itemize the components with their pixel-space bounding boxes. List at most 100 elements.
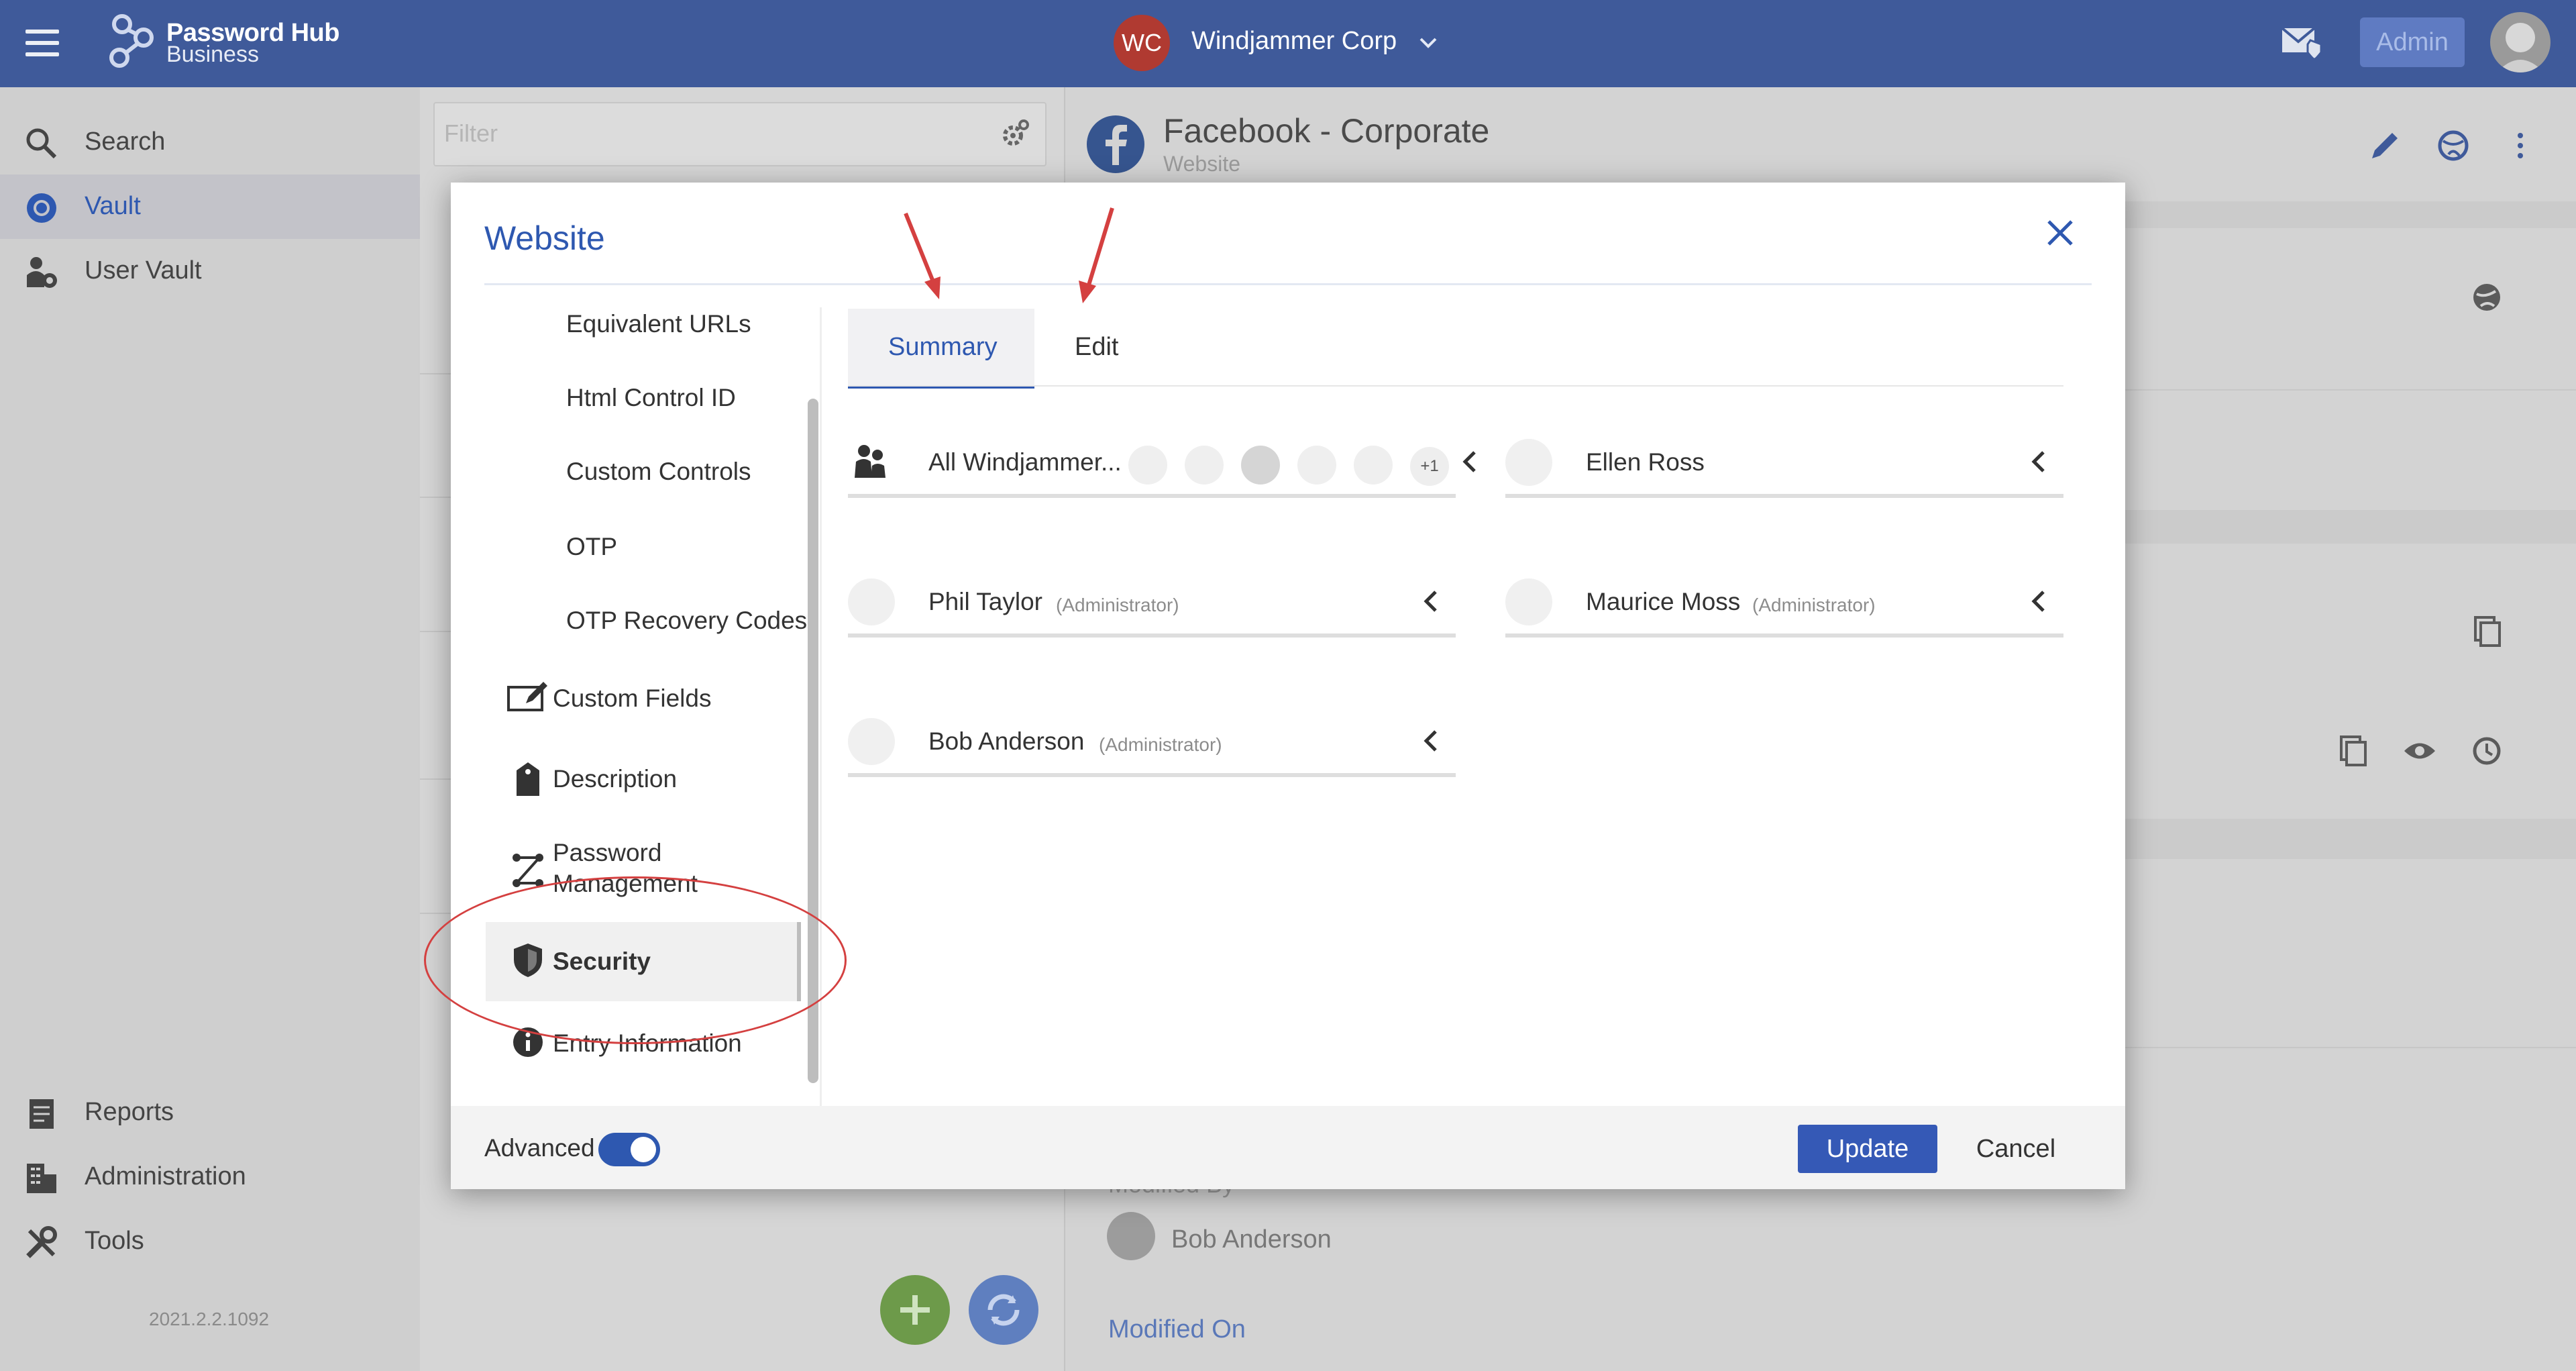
add-entry-button[interactable] [880, 1275, 950, 1345]
nav-item-label: OTP [566, 533, 618, 560]
permission-name: All Windjammer... [928, 448, 1122, 476]
avatar [848, 578, 895, 625]
permission-name: Bob Anderson [928, 727, 1085, 755]
admin-button[interactable]: Admin [2360, 17, 2465, 67]
reports-icon [30, 1099, 54, 1129]
chevron-left-icon[interactable] [1417, 587, 1446, 616]
permission-row-ellen-ross[interactable]: Ellen Ross [1505, 434, 2063, 498]
tab-summary[interactable]: Summary [848, 309, 1034, 389]
entry-type: Website [1163, 152, 1241, 176]
org-name[interactable]: Windjammer Corp [1191, 27, 1397, 56]
divider [848, 385, 2063, 387]
globe-icon[interactable] [2469, 279, 2505, 315]
sidebar-item-label: Vault [85, 192, 141, 220]
avatar [1297, 446, 1336, 485]
nav-item-otp-recovery-codes[interactable]: OTP Recovery Codes [486, 607, 807, 643]
sidebar-item-vault[interactable]: Vault [0, 174, 420, 239]
sidebar-item-label: Search [85, 128, 166, 156]
logo-icon [109, 14, 154, 68]
globe-icon[interactable] [2435, 128, 2471, 164]
eye-icon[interactable] [2402, 733, 2438, 769]
password-history-icon[interactable] [2469, 733, 2505, 769]
refresh-button[interactable] [969, 1275, 1038, 1345]
row-underline [848, 773, 1456, 777]
sidebar-item-user-vault[interactable]: User Vault [0, 239, 420, 303]
close-icon[interactable] [2043, 216, 2077, 250]
sidebar-item-tools[interactable]: Tools [0, 1209, 420, 1274]
filter-placeholder: Filter [444, 119, 498, 147]
copy-icon[interactable] [2469, 613, 2505, 650]
nav-item-custom-controls[interactable]: Custom Controls [486, 458, 801, 494]
sidebar-item-label: User Vault [85, 256, 202, 285]
row-underline [1505, 494, 2063, 498]
nav-item-label: Description [553, 765, 678, 793]
pencil-icon[interactable] [2367, 128, 2403, 164]
password-management-icon [513, 854, 543, 887]
tab-label: Edit [1075, 333, 1119, 361]
facebook-icon [1087, 115, 1144, 173]
permission-name: Ellen Ross [1586, 448, 1705, 476]
nav-item-equivalent-urls[interactable]: Equivalent URLs [486, 310, 801, 346]
tab-edit[interactable]: Edit [1034, 309, 1155, 385]
nav-item-label: Custom Controls [566, 458, 751, 485]
avatar [1241, 446, 1280, 485]
advanced-toggle[interactable] [598, 1133, 660, 1166]
chevron-left-icon[interactable] [1417, 726, 1446, 756]
permission-name: Maurice Moss [1586, 588, 1741, 615]
modified-by-name: Bob Anderson [1171, 1225, 1332, 1254]
update-button[interactable]: Update [1798, 1125, 1937, 1173]
avatar [1107, 1212, 1155, 1260]
row-underline [1505, 633, 2063, 638]
nav-item-label: Html Control ID [566, 384, 736, 411]
nav-item-html-control-id[interactable]: Html Control ID [486, 384, 801, 420]
custom-fields-icon [507, 682, 547, 711]
permission-row-bob-anderson[interactable]: Bob Anderson (Administrator) [848, 713, 1456, 777]
version-label: 2021.2.2.1092 [149, 1309, 270, 1329]
more-vert-icon[interactable] [2502, 128, 2538, 164]
administration-icon [27, 1164, 56, 1193]
more-members-badge[interactable]: +1 [1410, 447, 1449, 486]
hamburger-menu-icon[interactable] [25, 30, 59, 56]
chevron-down-icon[interactable] [1417, 31, 1440, 54]
nav-item-otp[interactable]: OTP [486, 533, 801, 569]
toggle-knob [631, 1137, 656, 1162]
gear-icon[interactable] [998, 117, 1032, 150]
avatar [1505, 439, 1552, 486]
nav-item-description[interactable]: Description [486, 760, 801, 800]
cancel-button[interactable]: Cancel [1959, 1125, 2073, 1173]
sidebar-item-search[interactable]: Search [0, 110, 420, 174]
avatar [1128, 446, 1167, 485]
permission-row-maurice-moss[interactable]: Maurice Moss (Administrator) [1505, 573, 2063, 638]
sidebar-item-reports[interactable]: Reports [0, 1080, 420, 1145]
sidebar-item-label: Reports [85, 1098, 174, 1126]
org-avatar[interactable]: WC [1114, 15, 1170, 71]
row-underline [848, 494, 1456, 498]
advanced-label: Advanced [484, 1134, 595, 1162]
sidebar-item-administration[interactable]: Administration [0, 1145, 420, 1209]
nav-item-custom-fields[interactable]: Custom Fields [486, 679, 801, 719]
refresh-icon [987, 1294, 1020, 1326]
search-icon [26, 128, 57, 159]
modified-on-label: Modified On [1108, 1315, 1246, 1343]
modal-title: Website [484, 219, 605, 257]
tab-label: Summary [888, 333, 998, 361]
user-avatar[interactable] [2490, 12, 2551, 72]
tag-icon [517, 762, 539, 796]
nav-item-label: OTP Recovery Codes [566, 607, 808, 634]
permission-role: (Administrator) [1056, 595, 1179, 615]
filter-input[interactable] [433, 102, 1046, 166]
permission-row-phil-taylor[interactable]: Phil Taylor (Administrator) [848, 573, 1456, 638]
tools-icon [26, 1226, 57, 1258]
chevron-left-icon[interactable] [1456, 447, 1485, 476]
avatar [1505, 578, 1552, 625]
row-underline [848, 633, 1456, 638]
nav-item-label: Equivalent URLs [566, 310, 751, 338]
chevron-left-icon[interactable] [2025, 447, 2054, 476]
chevron-left-icon[interactable] [2025, 587, 2054, 616]
copy-icon[interactable] [2334, 733, 2371, 769]
mail-icon[interactable] [2281, 26, 2324, 60]
avatar [848, 718, 895, 765]
permission-row-group[interactable]: All Windjammer... +1 [848, 434, 1476, 498]
divider [484, 283, 2092, 285]
group-icon [855, 445, 885, 478]
